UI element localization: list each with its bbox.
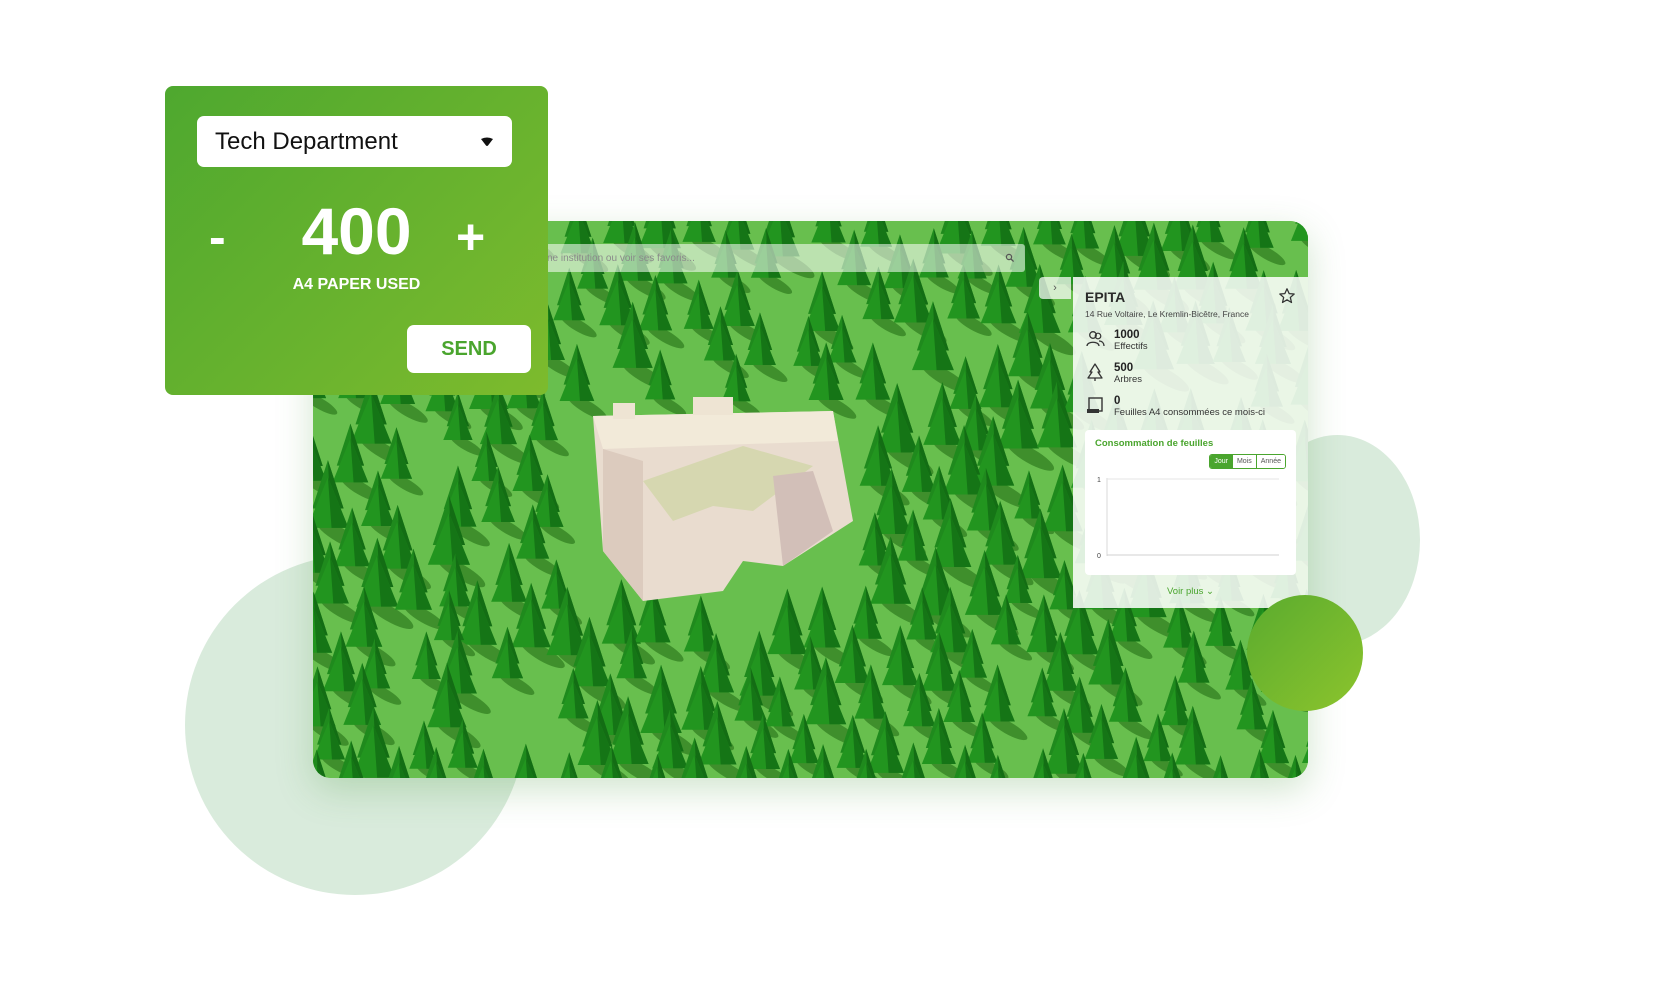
see-more-link[interactable]: Voir plus ⌄	[1085, 586, 1296, 597]
paper-count-label: A4 PAPER USED	[292, 276, 421, 293]
increment-button[interactable]: +	[456, 212, 485, 262]
people-icon	[1086, 331, 1105, 347]
chart-title: Consommation de feuilles	[1095, 438, 1214, 449]
stat-value: 1000	[1114, 329, 1140, 341]
y-tick-label-top: 1	[1097, 477, 1101, 484]
tree-icon	[1087, 363, 1103, 381]
paper-count-value: 400	[301, 194, 412, 268]
paper-counter-card: Tech Department - 400 + A4 PAPER USED SE…	[165, 86, 548, 395]
period-toggle[interactable]: Jour Mois Année	[1209, 454, 1286, 469]
star-icon[interactable]	[1278, 287, 1296, 305]
stat-effectifs: 1000 Effectifs	[1085, 329, 1296, 352]
stat-label: Arbres	[1114, 374, 1142, 385]
search-input[interactable]	[545, 251, 1005, 265]
stat-label: Effectifs	[1114, 341, 1148, 352]
consumption-chart: 1 0	[1097, 477, 1279, 560]
send-button[interactable]: SEND	[407, 325, 531, 373]
stat-value: 0	[1114, 395, 1121, 407]
decorative-bubble-accent	[1247, 595, 1363, 711]
institution-info-panel: EPITA 14 Rue Voltaire, Le Kremlin-Bicêtr…	[1073, 277, 1308, 608]
chevron-down-icon[interactable]	[480, 137, 494, 147]
panel-collapse-button[interactable]: ›	[1039, 277, 1071, 299]
stat-feuilles: 0 Feuilles A4 consommées ce mois-ci	[1085, 395, 1296, 418]
stat-arbres: 500 Arbres	[1085, 362, 1296, 385]
department-select-value: Tech Department	[215, 127, 398, 155]
stat-label: Feuilles A4 consommées ce mois-ci	[1114, 407, 1265, 418]
institution-address: 14 Rue Voltaire, Le Kremlin-Bicêtre, Fra…	[1085, 309, 1249, 319]
period-day-button[interactable]: Jour	[1210, 455, 1232, 468]
y-tick-label-bottom: 0	[1097, 553, 1101, 560]
consumption-chart-card: Consommation de feuilles Jour Mois Année…	[1085, 430, 1296, 575]
stat-value: 500	[1114, 362, 1134, 374]
search-bar[interactable]	[535, 244, 1025, 272]
period-month-button[interactable]: Mois	[1231, 455, 1256, 468]
institution-name: EPITA	[1085, 289, 1126, 305]
department-select[interactable]: Tech Department	[197, 116, 512, 167]
period-year-button[interactable]: Année	[1255, 455, 1285, 468]
search-icon[interactable]	[1005, 253, 1015, 263]
paper-icon	[1087, 397, 1103, 413]
